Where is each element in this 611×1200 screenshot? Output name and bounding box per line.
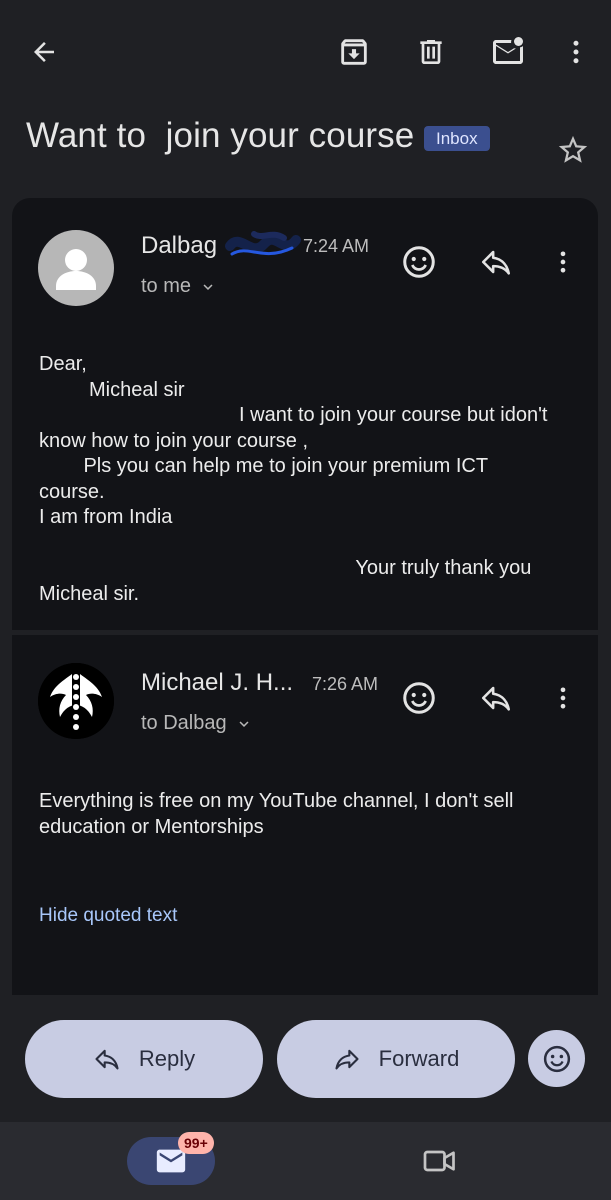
forward-icon [335, 1049, 359, 1070]
more-vert-icon[interactable] [541, 676, 585, 720]
avatar[interactable] [38, 663, 114, 739]
message-time: 7:24 AM [303, 236, 370, 256]
reply-icon[interactable] [474, 676, 518, 720]
more-vert-icon[interactable] [541, 240, 585, 284]
redaction-scribble [224, 228, 302, 264]
emoji-reaction-icon[interactable] [397, 240, 441, 284]
video-icon[interactable] [420, 1144, 460, 1178]
recipient-label: to me [141, 275, 192, 297]
recipient-toggle[interactable]: to Dalbag [141, 712, 253, 735]
message-body: Dear, Micheal sir I want to join your co… [39, 353, 548, 605]
more-vert-icon[interactable] [552, 28, 600, 76]
bottom-actions: Reply Forward [0, 1010, 611, 1110]
reply-button[interactable]: Reply [25, 1020, 263, 1098]
mark-unread-icon[interactable] [484, 28, 532, 76]
subject-row: Want to join your course Inbox [26, 112, 588, 172]
chevron-down-icon [239, 720, 249, 727]
avatar[interactable] [38, 230, 114, 306]
unread-count-badge: 99+ [178, 1132, 214, 1154]
archive-icon[interactable] [330, 28, 378, 76]
profile-image [38, 663, 114, 739]
person-icon [56, 249, 96, 290]
emoji-reaction-icon[interactable] [397, 676, 441, 720]
back-arrow-icon[interactable] [20, 28, 68, 76]
message-time: 7:26 AM [312, 674, 379, 694]
hide-quoted-text-link[interactable]: Hide quoted text [39, 905, 177, 927]
inbox-label-badge[interactable]: Inbox [424, 126, 490, 151]
sender-name: Michael J. H... [141, 669, 294, 696]
reply-label: Reply [138, 1046, 196, 1071]
star-icon[interactable] [553, 130, 593, 170]
trash-icon[interactable] [407, 28, 455, 76]
forward-button[interactable]: Forward [277, 1020, 515, 1098]
emoji-icon [543, 1045, 570, 1072]
bottom-navigation: 99+ [0, 1122, 611, 1200]
message-card: Dalbag 7:24 AM to me Dear, Micheal sir I… [12, 198, 598, 630]
forward-label: Forward [378, 1046, 460, 1071]
subject-title: Want to join your course [26, 116, 415, 155]
message-card: Michael J. H... 7:26 AM to Dalbag Everyt… [12, 635, 598, 995]
reply-icon [95, 1049, 119, 1070]
top-app-bar [0, 0, 611, 104]
message-body: Everything is free on my YouTube channel… [39, 790, 514, 838]
recipient-toggle[interactable]: to me [141, 275, 217, 298]
reply-icon[interactable] [474, 240, 518, 284]
recipient-label: to Dalbag [141, 712, 227, 734]
chevron-down-icon [203, 283, 213, 290]
sender-name: Dalbag [141, 232, 218, 259]
emoji-button[interactable] [528, 1030, 585, 1087]
